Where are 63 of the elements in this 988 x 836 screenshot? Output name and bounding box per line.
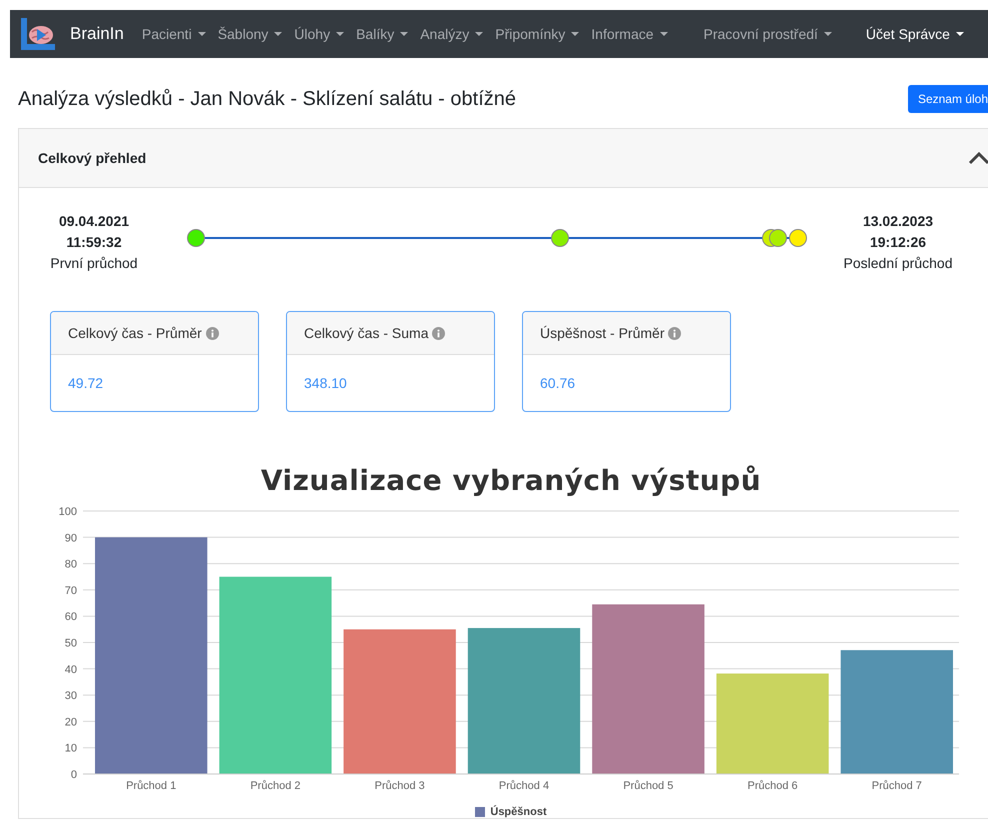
y-tick-label: 50	[64, 638, 77, 650]
caret-icon	[660, 32, 668, 36]
stat-label: Celkový čas - Průměr	[68, 325, 202, 341]
timeline-date: 13.02.2023	[862, 212, 934, 230]
stat-label: Celkový čas - Suma	[304, 325, 428, 341]
caret-icon	[956, 32, 964, 36]
caret-icon	[400, 32, 408, 36]
timeline-dot[interactable]	[187, 229, 205, 247]
caret-icon	[475, 32, 484, 36]
y-tick-label: 90	[64, 532, 77, 544]
caret-icon	[824, 32, 832, 36]
x-tick-label: Průchod 4	[498, 780, 550, 792]
chart-title: Vizualizace vybraných výstupů	[260, 464, 762, 497]
caret-icon	[274, 32, 282, 36]
caret-icon	[198, 32, 206, 36]
timeline-label: Poslední průchod	[842, 254, 954, 273]
nav-menu-item[interactable]: Analýzy	[414, 26, 490, 42]
info-icon[interactable]	[432, 326, 446, 340]
y-tick-label: 40	[64, 664, 77, 676]
nav-menu-item[interactable]: Šablony	[212, 26, 288, 42]
x-tick-label: Průchod 3	[374, 780, 425, 792]
y-tick-label: 100	[58, 506, 77, 518]
y-tick-label: 80	[64, 558, 77, 571]
caret-icon	[336, 32, 344, 36]
nav-menu-item[interactable]: Účet Správce	[860, 26, 970, 42]
stat-value: 60.76	[540, 375, 576, 391]
y-tick-label: 20	[64, 716, 77, 728]
timeline-date: 09.04.2021	[58, 212, 130, 230]
nav-menu-item[interactable]: Informace	[585, 26, 674, 42]
chevron-up-icon[interactable]	[968, 151, 988, 165]
page-title: Analýza výsledků - Jan Novák - Sklízení salátu - obtížné	[18, 88, 516, 110]
stat-value: 49.72	[68, 375, 104, 391]
task-list-button[interactable]: Seznam úloh	[908, 85, 988, 113]
brain-logo-icon	[20, 18, 56, 50]
caret-icon	[571, 32, 580, 36]
y-tick-label: 10	[64, 742, 77, 755]
nav-menu-item[interactable]: Úlohy	[288, 26, 350, 42]
stat-value: 348.10	[304, 375, 347, 391]
brand-link[interactable]: BrainIn	[20, 18, 124, 50]
x-tick-label: Průchod 1	[126, 780, 176, 792]
nav-menu-item[interactable]: Pacienti	[136, 26, 212, 42]
card-title: Celkový přehled	[38, 150, 146, 166]
y-tick-label: 30	[64, 690, 77, 702]
nav-menu-item[interactable]: Připomínky	[489, 26, 586, 42]
x-tick-label: Průchod 7	[872, 780, 922, 792]
nav-menu-item[interactable]: Balíky	[350, 26, 414, 42]
x-tick-label: Průchod 2	[250, 780, 300, 792]
legend-label[interactable]: Úspěšnost	[490, 806, 547, 818]
timeline-time: 19:12:26	[868, 232, 928, 252]
info-icon[interactable]	[206, 326, 219, 340]
timeline-time: 11:59:32	[65, 232, 123, 252]
x-tick-label: Průchod 5	[623, 780, 674, 792]
timeline-dot[interactable]	[769, 229, 788, 247]
timeline-label: První průchod	[49, 254, 139, 273]
timeline-dot[interactable]	[551, 229, 570, 247]
y-tick-label: 0	[70, 769, 77, 781]
y-tick-label: 70	[64, 584, 77, 597]
stat-label: Úspěšnost - Průměr	[540, 325, 664, 341]
y-tick-label: 60	[64, 611, 77, 624]
nav-menu-item[interactable]: Pracovní prostředí	[698, 26, 838, 42]
info-icon[interactable]	[668, 326, 682, 340]
x-tick-label: Průchod 6	[748, 780, 798, 792]
timeline-dot[interactable]	[789, 229, 807, 247]
